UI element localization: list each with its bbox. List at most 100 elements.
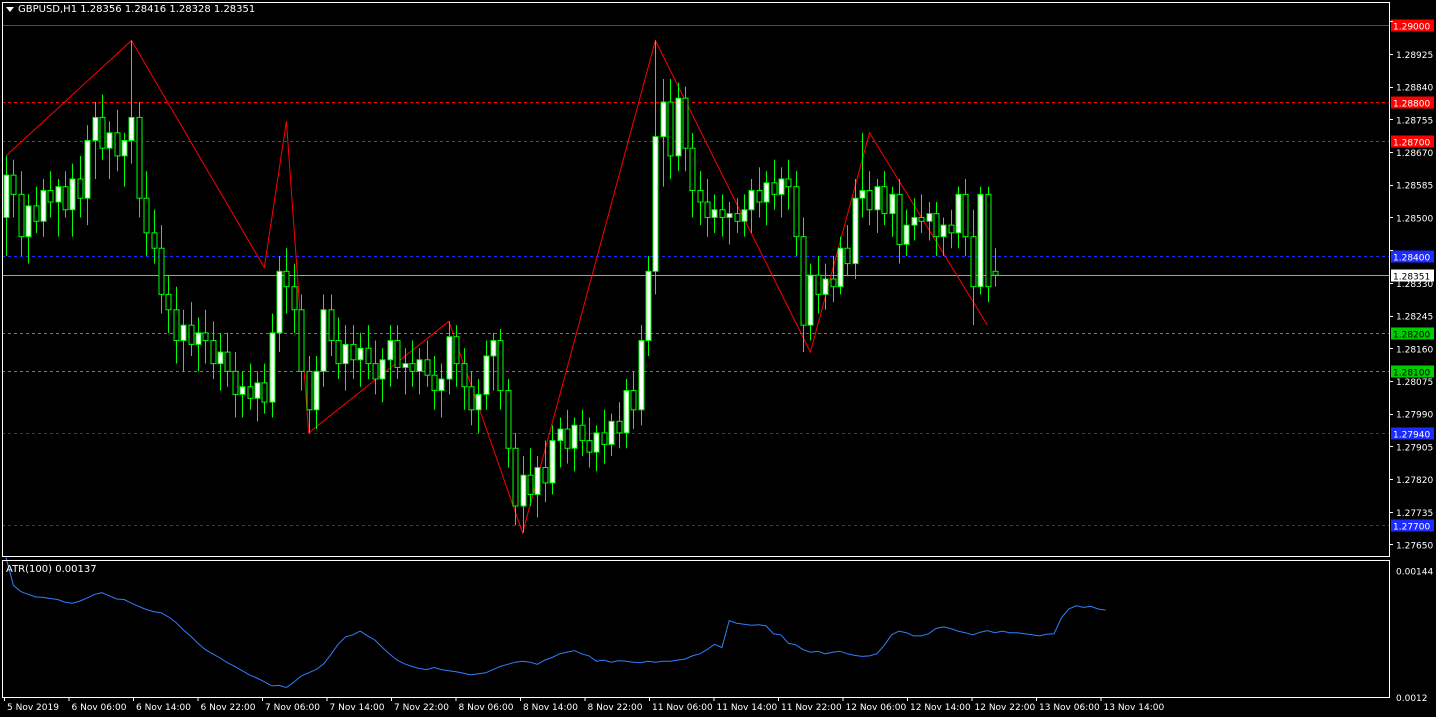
candle-body	[571, 424, 578, 449]
candle-body	[675, 97, 682, 157]
candle	[689, 132, 696, 218]
candle-body	[357, 347, 364, 361]
time-tick-label: 13 Nov 06:00	[1039, 703, 1100, 713]
candle-body	[195, 332, 202, 345]
candle-body	[438, 378, 445, 392]
candle-body	[232, 370, 239, 395]
atr-value: 0.00137	[55, 564, 97, 575]
candle	[276, 255, 283, 353]
candle-body	[136, 116, 143, 199]
candle-body	[726, 213, 733, 218]
candle-body	[793, 186, 800, 238]
price-chart[interactable]: 1.29000 1.28800 1.28700 1.28400 1.28200 1.281…	[0, 0, 1436, 717]
candle-body	[269, 332, 276, 403]
candle-body	[394, 340, 401, 368]
candle-body	[837, 247, 844, 288]
candle	[579, 409, 586, 456]
candle-body	[158, 247, 165, 295]
level-label: 1.28700	[1393, 139, 1430, 149]
candle-body	[402, 363, 409, 368]
time-tick-label: 7 Nov 14:00	[330, 703, 385, 713]
candle	[55, 178, 62, 237]
candle	[933, 202, 940, 256]
price-tick-label: 1.28160	[1396, 345, 1433, 355]
candle	[815, 255, 822, 314]
dropdown-triangle-icon[interactable]	[6, 6, 14, 12]
candle-body	[446, 336, 453, 380]
candle-body	[734, 213, 741, 222]
time-tick-label: 5 Nov 2019	[7, 703, 59, 713]
candle	[756, 167, 763, 218]
candle-body	[933, 213, 940, 238]
candle-body	[549, 440, 556, 484]
candle-body	[143, 197, 150, 234]
candle	[409, 340, 416, 387]
candle-body	[985, 193, 992, 288]
candle	[926, 202, 933, 241]
candle-body	[461, 363, 468, 388]
level-label: 1.27940	[1393, 431, 1430, 441]
candle	[247, 363, 254, 410]
candle-body	[335, 340, 342, 365]
candle-body	[652, 136, 659, 272]
candle	[557, 417, 564, 468]
candle-body	[771, 182, 778, 195]
time-tick-label: 12 Nov 06:00	[846, 703, 907, 713]
candle-body	[151, 232, 158, 249]
candle	[372, 340, 379, 395]
candle	[704, 178, 711, 237]
candle	[512, 432, 519, 526]
candle-body	[534, 467, 541, 495]
candle-body	[121, 140, 128, 157]
candle	[99, 94, 106, 160]
candle	[269, 313, 276, 418]
symbol-header[interactable]: GBPUSD,H1 1.28356 1.28416 1.28328 1.2835…	[6, 3, 255, 17]
candle	[202, 309, 209, 364]
candle	[438, 363, 445, 418]
candle	[188, 302, 195, 356]
candle	[505, 379, 512, 468]
candle	[468, 371, 475, 426]
candle-body	[92, 116, 99, 141]
candle-body	[579, 424, 586, 442]
candle	[84, 125, 91, 226]
candle-body	[40, 190, 47, 222]
candle-body	[483, 355, 490, 395]
time-tick-label: 8 Nov 14:00	[523, 703, 578, 713]
candle-body	[298, 309, 305, 372]
candle	[549, 425, 556, 495]
time-tick-label: 6 Nov 14:00	[136, 703, 191, 713]
candle	[10, 159, 17, 218]
candle-body	[69, 178, 76, 211]
candle	[571, 417, 578, 472]
time-tick-label: 7 Nov 06:00	[265, 703, 320, 713]
candle	[114, 109, 121, 172]
candle	[726, 202, 733, 245]
candle	[475, 379, 482, 433]
candle	[224, 332, 231, 387]
candle-body	[903, 224, 910, 245]
time-tick-label: 11 Nov 22:00	[781, 703, 842, 713]
candle	[40, 178, 47, 237]
candle-body	[254, 382, 261, 399]
candle-body	[468, 386, 475, 411]
candle	[918, 194, 925, 233]
candle-body	[682, 97, 689, 149]
candle-body	[645, 270, 652, 342]
candle	[402, 348, 409, 395]
candle	[497, 329, 504, 410]
candle-body	[608, 420, 615, 445]
candle	[136, 102, 143, 218]
time-tick-label: 12 Nov 22:00	[975, 703, 1036, 713]
candle	[239, 371, 246, 418]
candle-body	[77, 178, 84, 199]
candle-body	[10, 174, 17, 195]
open-price: 1.28356	[80, 4, 122, 15]
candle-body	[239, 386, 246, 395]
candle	[180, 309, 187, 372]
candle	[173, 286, 180, 364]
candle	[652, 40, 659, 295]
price-tick-label: 1.28585	[1396, 182, 1433, 192]
candle	[741, 194, 748, 237]
candle	[630, 371, 637, 430]
